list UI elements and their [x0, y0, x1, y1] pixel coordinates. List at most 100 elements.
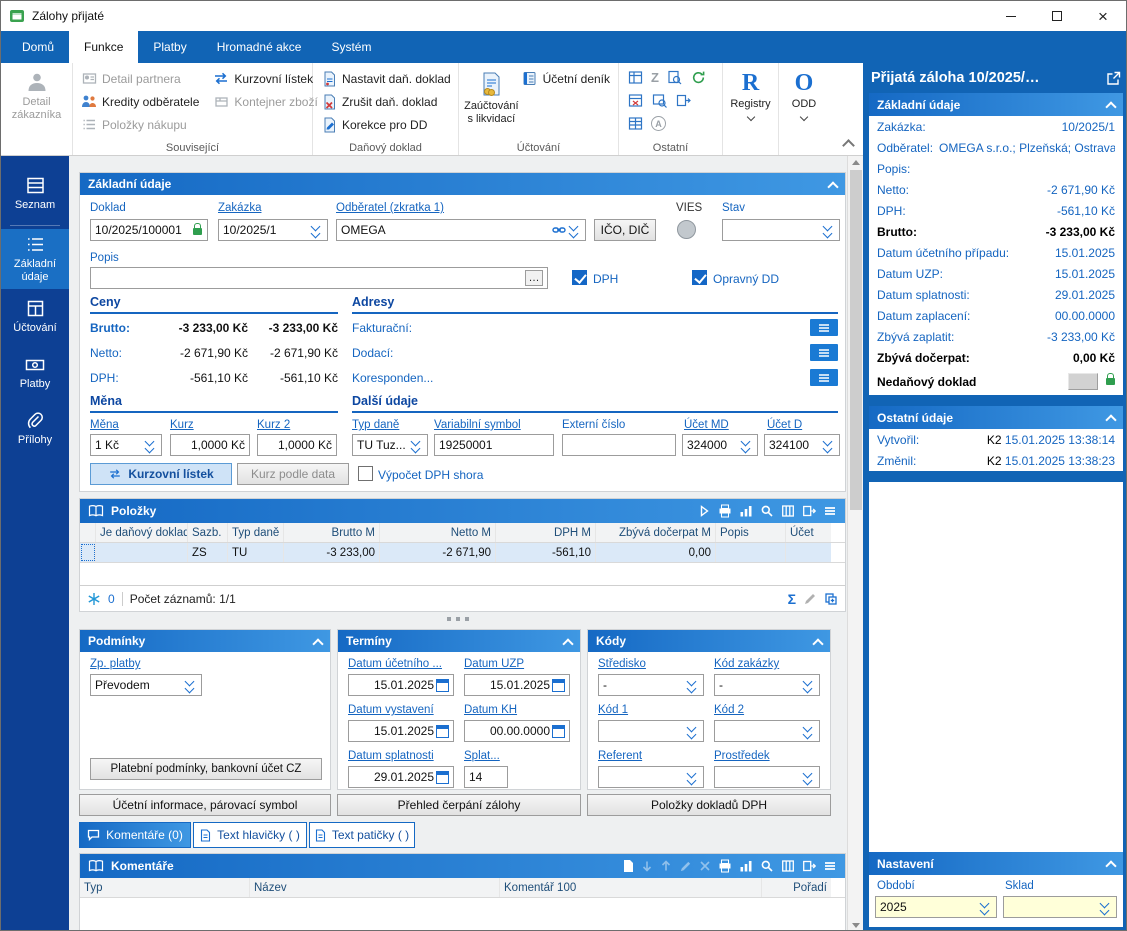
- datum-ucetniho-field[interactable]: 15.01.2025: [348, 674, 454, 696]
- dropdown-icon[interactable]: [310, 222, 323, 239]
- kurz-field[interactable]: 1,0000 Kč: [170, 434, 250, 456]
- tab-funkce[interactable]: Funkce: [69, 31, 138, 63]
- calendar-icon[interactable]: [552, 679, 565, 692]
- prehled-cerpani-button[interactable]: Přehled čerpání zálohy: [337, 794, 581, 816]
- columns-icon[interactable]: [781, 504, 795, 518]
- typ-dane-field[interactable]: TU Tuz...: [352, 434, 428, 456]
- menu-icon[interactable]: [823, 504, 837, 518]
- refresh-icon[interactable]: [691, 70, 707, 86]
- collapse-panel-icon[interactable]: [312, 638, 323, 649]
- ucetni-denik-button[interactable]: Účetní deník: [519, 67, 613, 90]
- popis-field[interactable]: …: [90, 267, 548, 289]
- col-zbyva-docerpat-m[interactable]: Zbývá dočerpat M: [596, 523, 716, 542]
- dropdown-icon[interactable]: [568, 222, 581, 239]
- tab-domu[interactable]: Domů: [7, 31, 69, 63]
- search-icon[interactable]: [760, 504, 774, 518]
- dropdown-icon[interactable]: [822, 437, 835, 454]
- export-icon[interactable]: [802, 859, 816, 873]
- registry-button[interactable]: R Registry: [728, 66, 773, 122]
- tab-text-hlavicky[interactable]: Text hlavičky ( ): [193, 822, 307, 848]
- kurz2-field[interactable]: 1,0000 Kč: [257, 434, 337, 456]
- splatnost-field[interactable]: 14: [464, 766, 508, 788]
- scroll-down-arrow[interactable]: [852, 923, 860, 928]
- col-brutto-m[interactable]: Brutto M: [284, 523, 380, 542]
- variabilni-symbol-field[interactable]: 19250001: [434, 434, 554, 456]
- maximize-button[interactable]: [1034, 1, 1080, 31]
- dropdown-icon[interactable]: [144, 437, 157, 454]
- dropdown-icon[interactable]: [802, 769, 815, 786]
- menu-icon[interactable]: [823, 859, 837, 873]
- collapse-section-icon[interactable]: [1105, 860, 1116, 871]
- scrollbar-thumb[interactable]: [850, 170, 862, 510]
- odberatel-field[interactable]: OMEGA: [336, 219, 586, 241]
- dodaci-address-button[interactable]: [810, 344, 838, 361]
- datum-uzp-field[interactable]: 15.01.2025: [464, 674, 570, 696]
- dropdown-icon[interactable]: [184, 677, 197, 694]
- col-typ[interactable]: Typ: [80, 878, 250, 897]
- datum-splatnosti-field[interactable]: 29.01.2025: [348, 766, 454, 788]
- tab-system[interactable]: Systém: [316, 31, 386, 63]
- collapse-section-icon[interactable]: [1105, 414, 1116, 425]
- calendar-icon[interactable]: [436, 771, 449, 784]
- partner-link-icon[interactable]: [552, 224, 566, 236]
- opravny-dd-checkbox[interactable]: [692, 270, 707, 285]
- collapse-panel-icon[interactable]: [827, 181, 838, 192]
- referent-field[interactable]: [598, 766, 704, 788]
- minimize-button[interactable]: [988, 1, 1034, 31]
- col-netto-m[interactable]: Netto M: [380, 523, 496, 542]
- table-edit-icon[interactable]: [627, 70, 643, 86]
- dropdown-icon[interactable]: [410, 437, 423, 454]
- sidebar-item-seznam[interactable]: Seznam: [1, 166, 69, 222]
- dph-checkbox[interactable]: [572, 270, 587, 285]
- datum-vystaveni-field[interactable]: 15.01.2025: [348, 720, 454, 742]
- collapse-section-icon[interactable]: [1105, 101, 1116, 112]
- nastavit-dan-doklad-button[interactable]: Nastavit daň. doklad: [318, 67, 453, 90]
- copy-add-icon[interactable]: [824, 592, 838, 606]
- kod2-field[interactable]: [714, 720, 820, 742]
- sidebar-item-prilohy[interactable]: Přílohy: [1, 401, 69, 457]
- kurzovni-listek-ribbon-button[interactable]: Kurzovní lístek: [210, 67, 320, 90]
- col-komentar-100[interactable]: Komentář 100: [500, 878, 762, 897]
- splitter-handle[interactable]: [447, 617, 469, 621]
- print-icon[interactable]: [718, 504, 732, 518]
- dropdown-icon[interactable]: [686, 769, 699, 786]
- ucet-md-field[interactable]: 324000: [682, 434, 758, 456]
- prostredek-field[interactable]: [714, 766, 820, 788]
- stredisko-field[interactable]: -: [598, 674, 704, 696]
- dropdown-icon[interactable]: [802, 677, 815, 694]
- mena-field[interactable]: 1 Kč: [90, 434, 162, 456]
- collapse-panel-icon[interactable]: [562, 638, 573, 649]
- export-icon[interactable]: [802, 504, 816, 518]
- dropdown-icon[interactable]: [686, 723, 699, 740]
- odd-button[interactable]: O ODD: [784, 66, 824, 122]
- dropdown-icon[interactable]: [1099, 899, 1112, 916]
- scroll-up-arrow[interactable]: [852, 160, 860, 165]
- obdobi-field[interactable]: 2025: [875, 896, 997, 918]
- calendar-icon[interactable]: [436, 679, 449, 692]
- columns-icon[interactable]: [781, 859, 795, 873]
- korekce-pro-dd-button[interactable]: Korekce pro DD: [318, 113, 453, 136]
- sidebar-item-uctovani[interactable]: Účtování: [1, 289, 69, 345]
- close-button[interactable]: ×: [1080, 1, 1126, 31]
- dropdown-icon[interactable]: [979, 899, 992, 916]
- doklad-field[interactable]: 10/2025/100001: [90, 219, 208, 241]
- tab-hromadne-akce[interactable]: Hromadné akce: [202, 31, 317, 63]
- kredity-odberatele-button[interactable]: Kredity odběratele: [78, 90, 202, 113]
- sum-icon[interactable]: Σ: [788, 591, 796, 607]
- externi-cislo-field[interactable]: [562, 434, 676, 456]
- datum-kh-field[interactable]: 00.00.0000: [464, 720, 570, 742]
- zp-platby-field[interactable]: Převodem: [90, 674, 202, 696]
- kod1-field[interactable]: [598, 720, 704, 742]
- chart-icon[interactable]: [739, 504, 753, 518]
- dropdown-icon[interactable]: [686, 677, 699, 694]
- stav-field[interactable]: [722, 219, 840, 241]
- polozky-dokladu-dph-button[interactable]: Položky dokladů DPH: [587, 794, 831, 816]
- open-external-icon[interactable]: [1106, 71, 1121, 86]
- zakazka-field[interactable]: 10/2025/1: [218, 219, 328, 241]
- chart-icon[interactable]: [739, 859, 753, 873]
- ellipsis-button[interactable]: …: [525, 270, 543, 286]
- ico-dic-button[interactable]: IČO, DIČ: [594, 219, 656, 241]
- edit-icon[interactable]: [803, 592, 817, 606]
- ucetni-informace-button[interactable]: Účetní informace, párovací symbol: [79, 794, 331, 816]
- letter-z-icon[interactable]: Z: [651, 70, 659, 85]
